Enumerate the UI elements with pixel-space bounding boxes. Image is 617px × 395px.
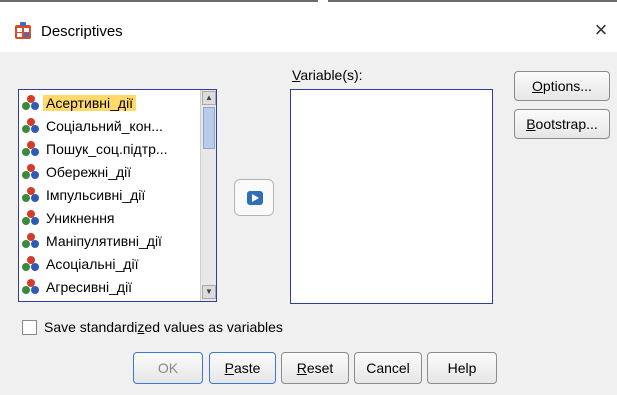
list-item[interactable]: Обережні_дії — [22, 161, 196, 183]
list-item-label: Асертивні_дії — [43, 95, 137, 111]
list-scrollbar[interactable]: ▲ ▼ — [200, 90, 216, 301]
list-item-label: Обережні_дії — [46, 164, 132, 180]
ok-button[interactable]: OK — [133, 352, 203, 384]
list-item[interactable]: Імпульсивні_дії — [22, 184, 196, 206]
options-button[interactable]: Options... — [514, 71, 610, 101]
list-item[interactable]: Пошук_соц.підтр... — [22, 138, 196, 160]
list-item-label: Маніпулятивні_дії — [46, 233, 162, 249]
list-item[interactable]: Агресивні_дії — [22, 276, 196, 298]
paste-button[interactable]: Paste — [209, 352, 276, 384]
list-item[interactable]: Уникнення — [22, 207, 196, 229]
scale-variable-icon — [22, 233, 40, 249]
scale-variable-icon — [22, 210, 40, 226]
scale-variable-icon — [22, 187, 40, 203]
move-to-variables-button[interactable] — [234, 179, 274, 216]
list-item-label: Агресивні_дії — [46, 279, 133, 295]
window-title: Descriptives — [41, 23, 123, 40]
list-item[interactable]: Асоціальні_дії — [22, 253, 196, 275]
list-item[interactable]: Маніпулятивні_дії — [22, 230, 196, 252]
save-standardized-checkbox[interactable] — [22, 320, 37, 335]
help-button[interactable]: Help — [427, 352, 497, 384]
scale-variable-icon — [22, 164, 40, 180]
cancel-button[interactable]: Cancel — [354, 352, 422, 384]
list-item[interactable]: Соціальний_кон... — [22, 115, 196, 137]
list-item-label: Пошук_соц.підтр... — [46, 141, 168, 157]
scale-variable-icon — [22, 95, 40, 111]
scale-variable-icon — [22, 279, 40, 295]
source-variable-list[interactable]: Асертивні_дії Соціальний_кон... Пошук_со… — [18, 89, 217, 302]
close-icon[interactable]: × — [590, 16, 612, 44]
scroll-up-arrow-icon[interactable]: ▲ — [202, 91, 216, 105]
selected-variables-list[interactable] — [290, 89, 493, 304]
descriptives-app-icon — [15, 22, 31, 39]
scale-variable-icon — [22, 256, 40, 272]
reset-button[interactable]: Reset — [281, 352, 349, 384]
list-item-label: Соціальний_кон... — [46, 118, 163, 134]
scroll-down-arrow-icon[interactable]: ▼ — [202, 285, 216, 299]
variables-label: Variable(s): — [292, 67, 363, 83]
scale-variable-icon — [22, 141, 40, 157]
bootstrap-button[interactable]: Bootstrap... — [514, 109, 610, 139]
title-bar: Descriptives × — [0, 2, 617, 52]
list-item-label: Уникнення — [46, 210, 115, 226]
list-item[interactable]: Асертивні_дії — [22, 92, 196, 114]
save-standardized-label: Save standardized values as variables — [44, 319, 283, 335]
scale-variable-icon — [22, 118, 40, 134]
list-item-label: Імпульсивні_дії — [46, 187, 146, 203]
right-arrow-icon — [247, 191, 263, 205]
scrollbar-thumb[interactable] — [203, 107, 215, 149]
list-item-label: Асоціальні_дії — [46, 256, 139, 272]
